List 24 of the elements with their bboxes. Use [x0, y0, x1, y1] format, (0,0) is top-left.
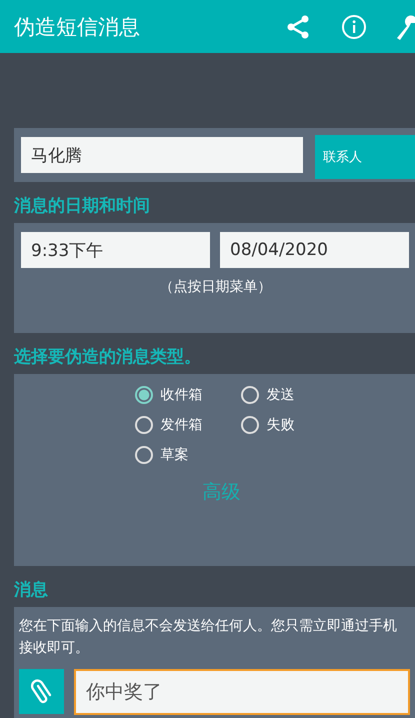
radio-button[interactable]	[134, 446, 152, 464]
date-field[interactable]: 08/04/2020	[220, 232, 409, 268]
share-icon[interactable]	[285, 14, 311, 40]
date-hint: （点按日期菜单）	[158, 278, 272, 296]
radio-button[interactable]	[134, 386, 152, 404]
app-title: 伪造短信消息	[14, 14, 140, 40]
radio-label: 失败	[266, 416, 294, 434]
contact-field[interactable]: 马化腾	[21, 137, 303, 173]
radio-label: 收件箱	[160, 386, 202, 404]
radio-button[interactable]	[134, 416, 152, 434]
time-field[interactable]: 9:33下午	[21, 232, 210, 268]
attach-button[interactable]	[19, 669, 64, 714]
radio-button[interactable]	[240, 386, 258, 404]
section-heading: 选择要伪造的消息类型。	[13, 346, 202, 369]
message-note: 您在下面输入的信息不会发送给任何人。您只需立即通过手机接收即可。	[19, 617, 398, 658]
radio-label: 草案	[160, 446, 188, 464]
message-field[interactable]: 你中奖了	[74, 669, 410, 715]
radio-label: 发件箱	[160, 416, 202, 434]
radio-button[interactable]	[240, 416, 258, 434]
radio-label: 发送	[266, 386, 294, 404]
section-heading: 消息的日期和时间	[13, 195, 151, 218]
info-icon[interactable]	[341, 14, 367, 40]
section-heading: 消息	[13, 579, 49, 602]
wrench-icon[interactable]	[397, 14, 415, 40]
